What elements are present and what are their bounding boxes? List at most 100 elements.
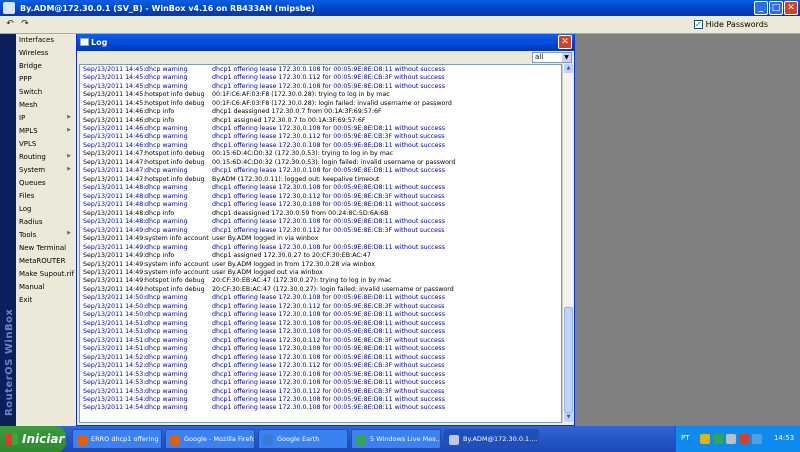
log-row[interactable]: Sep/13/2011 14:49:42dhcp info dhcp1 assig… (83, 251, 561, 259)
log-row[interactable]: Sep/13/2011 14:51:07dhcp warning dhcp1 of… (83, 319, 561, 327)
menu-item-log[interactable]: Log (16, 202, 76, 215)
minimize-button[interactable]: _ (754, 1, 768, 15)
menu-item-mesh[interactable]: Mesh (16, 99, 76, 112)
hide-passwords-checkbox[interactable]: ✓ (693, 20, 703, 29)
log-row[interactable]: Sep/13/2011 14:48:42dhcp info dhcp1 deass… (83, 209, 561, 217)
log-title-bar[interactable]: Log ✕ (77, 34, 574, 51)
menu-item-bridge[interactable]: Bridge (16, 60, 76, 73)
chevron-down-icon[interactable]: ▼ (562, 53, 571, 62)
log-row[interactable]: Sep/13/2011 14:54:11dhcp warning dhcp1 of… (83, 395, 561, 403)
log-row[interactable]: Sep/13/2011 14:49:55system info accountu… (83, 268, 561, 276)
log-row[interactable]: Sep/13/2011 14:49:53system info accountu… (83, 260, 561, 268)
log-message: dhcp1 offering lease 172.30.0.108 for 00… (212, 294, 445, 302)
menu-item-routing[interactable]: Routing ▶ (16, 151, 76, 164)
log-row[interactable]: Sep/13/2011 14:46:58dhcp warning dhcp1 of… (83, 141, 561, 149)
hide-passwords-toggle[interactable]: ✓ Hide Passwords (693, 20, 768, 29)
log-row[interactable]: Sep/13/2011 14:48:06dhcp warning dhcp1 of… (83, 192, 561, 200)
menu-item-files[interactable]: Files (16, 189, 76, 202)
clock: 14:53 (774, 434, 795, 442)
menu-item-system[interactable]: System ▶ (16, 164, 76, 177)
log-row[interactable]: Sep/13/2011 14:49:39dhcp warning dhcp1 of… (83, 243, 561, 251)
menu-item-new-terminal[interactable]: New Terminal (16, 241, 76, 254)
menu-item-metarouter[interactable]: MetaROUTER (16, 254, 76, 267)
menu-item-manual[interactable]: Manual (16, 280, 76, 293)
taskbar: Iniciar ERRO dhcp1 offering ... Google - … (0, 426, 800, 452)
log-row[interactable]: Sep/13/2011 14:46:35dhcp warning dhcp1 of… (83, 124, 561, 132)
tray-shield-icon[interactable] (700, 434, 710, 444)
log-scrollbar[interactable]: ▲ ▼ (562, 64, 573, 423)
menu-item-exit[interactable]: Exit (16, 293, 76, 306)
taskbar-button-5[interactable]: By.ADM@172.30.0.1.... (444, 429, 539, 449)
log-row[interactable]: Sep/13/2011 14:49:14dhcp warning dhcp1 of… (83, 226, 561, 234)
menu-item-label: VPLS (19, 140, 37, 149)
redo-icon[interactable]: ↷ (18, 18, 32, 31)
log-row[interactable]: Sep/13/2011 14:53:27dhcp warning dhcp1 of… (83, 378, 561, 386)
log-row[interactable]: Sep/13/2011 14:51:59dhcp warning dhcp1 of… (83, 344, 561, 352)
title-bar[interactable]: By.ADM@172.30.0.1 (SV_B) - WinBox v4.16 … (0, 0, 800, 16)
taskbar-button-2[interactable]: Google - Mozilla Firefox (165, 429, 255, 449)
log-row[interactable]: Sep/13/2011 14:45:52dhcp warning dhcp1 of… (83, 82, 561, 90)
log-row[interactable]: Sep/13/2011 14:52:38dhcp warning dhcp1 of… (83, 361, 561, 369)
log-row[interactable]: Sep/13/2011 14:45:58hotspot info debug 00… (83, 90, 561, 98)
topic-filter-select[interactable]: all ▼ (532, 52, 572, 63)
menu-item-switch[interactable]: Switch (16, 86, 76, 99)
log-row[interactable]: Sep/13/2011 14:49:56hotspot info debug 20… (83, 277, 561, 285)
log-row[interactable]: Sep/13/2011 14:45:50dhcp warning dhcp1 of… (83, 73, 561, 81)
log-time: Sep/13/2011 14:52:38 (83, 362, 145, 370)
menu-item-make-supout-rif[interactable]: Make Supout.rif (16, 267, 76, 280)
log-row[interactable]: Sep/13/2011 14:51:30dhcp warning dhcp1 of… (83, 336, 561, 344)
log-row[interactable]: Sep/13/2011 14:47:27dhcp warning dhcp1 of… (83, 167, 561, 175)
tray-antivirus-icon[interactable] (739, 434, 749, 444)
log-row[interactable]: Sep/13/2011 14:47:18hotspot info debug 00… (83, 150, 561, 158)
log-row[interactable]: Sep/13/2011 14:45:29dhcp warning dhcp1 of… (83, 65, 561, 73)
menu-item-label: MetaROUTER (19, 256, 66, 265)
maximize-button[interactable]: □ (769, 1, 783, 15)
log-row[interactable]: Sep/13/2011 14:50:24dhcp warning dhcp1 of… (83, 311, 561, 319)
log-row[interactable]: Sep/13/2011 14:48:55dhcp warning dhcp1 of… (83, 217, 561, 225)
start-button[interactable]: Iniciar (0, 426, 66, 452)
language-indicator[interactable]: PT (681, 434, 690, 442)
menu-item-ppp[interactable]: PPP (16, 73, 76, 86)
menu-item-label: MPLS (19, 127, 38, 136)
log-row[interactable]: Sep/13/2011 14:50:22dhcp warning dhcp1 of… (83, 302, 561, 310)
close-button[interactable]: ✕ (784, 1, 798, 15)
taskbar-button-3[interactable]: Google Earth (258, 429, 348, 449)
scroll-up-icon[interactable]: ▲ (564, 64, 573, 73)
log-row[interactable]: Sep/13/2011 14:47:18hotspot info debug 00… (83, 158, 561, 166)
menu-item-tools[interactable]: Tools ▶ (16, 228, 76, 241)
tray-network-icon[interactable] (726, 434, 736, 444)
taskbar-button-1[interactable]: ERRO dhcp1 offering ... (72, 429, 162, 449)
log-row[interactable]: Sep/13/2011 14:46:25dhcp info dhcp1 deass… (83, 107, 561, 115)
menu-item-interfaces[interactable]: Interfaces (16, 34, 76, 47)
scrollbar-thumb[interactable] (564, 307, 573, 413)
log-message: dhcp1 offering lease 172.30.0.112 for 00… (212, 362, 445, 370)
log-row[interactable]: Sep/13/2011 14:52:35dhcp warning dhcp1 of… (83, 353, 561, 361)
taskbar-button-4[interactable]: 5 Windows Live Mes... (351, 429, 441, 449)
undo-icon[interactable]: ↶ (3, 18, 17, 31)
scroll-down-icon[interactable]: ▼ (564, 413, 573, 422)
log-row[interactable]: Sep/13/2011 14:53:05dhcp warning dhcp1 of… (83, 370, 561, 378)
log-row[interactable]: Sep/13/2011 14:48:33dhcp warning dhcp1 of… (83, 201, 561, 209)
menu-item-radius[interactable]: Radius (16, 215, 76, 228)
menu-item-ip[interactable]: IP ▶ (16, 112, 76, 125)
menu-item-wireless[interactable]: Wireless (16, 47, 76, 60)
tray-messenger-icon[interactable] (713, 434, 723, 444)
log-row[interactable]: Sep/13/2011 14:51:30dhcp warning dhcp1 of… (83, 328, 561, 336)
log-time: Sep/13/2011 14:49:55 (83, 268, 145, 276)
log-row[interactable]: Sep/13/2011 14:48:04dhcp warning dhcp1 of… (83, 184, 561, 192)
menu-item-vpls[interactable]: VPLS (16, 138, 76, 151)
menu-item-mpls[interactable]: MPLS ▶ (16, 125, 76, 138)
log-row[interactable]: Sep/13/2011 14:49:25system info accountu… (83, 234, 561, 242)
log-row[interactable]: Sep/13/2011 14:45:58hotspot info debug 00… (83, 99, 561, 107)
log-close-button[interactable]: ✕ (558, 35, 572, 49)
log-row[interactable]: Sep/13/2011 14:53:46dhcp warning dhcp1 of… (83, 387, 561, 395)
log-row[interactable]: Sep/13/2011 14:46:25dhcp info dhcp1 assig… (83, 116, 561, 124)
log-list[interactable]: Sep/13/2011 14:45:29dhcp warningdhcp1 of… (79, 64, 562, 423)
log-row[interactable]: Sep/13/2011 14:46:58dhcp warning dhcp1 of… (83, 133, 561, 141)
log-row[interactable]: Sep/13/2011 14:50:01dhcp warning dhcp1 of… (83, 294, 561, 302)
log-row[interactable]: Sep/13/2011 14:47:55hotspot info debug By… (83, 175, 561, 183)
log-row[interactable]: Sep/13/2011 14:49:56hotspot info debug 20… (83, 285, 561, 293)
tray-volume-icon[interactable] (752, 434, 762, 444)
log-row[interactable]: Sep/13/2011 14:54:33dhcp warning dhcp1 of… (83, 404, 561, 412)
menu-item-queues[interactable]: Queues (16, 176, 76, 189)
